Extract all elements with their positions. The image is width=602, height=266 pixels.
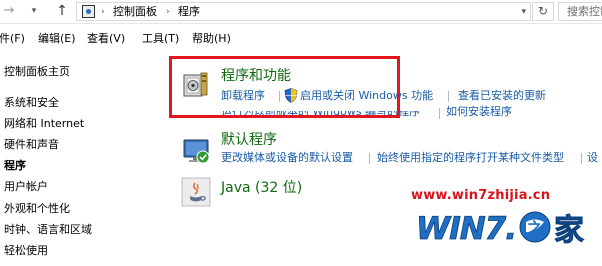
nav-appearance[interactable]: 外观和个性化: [4, 201, 70, 217]
menu-help[interactable]: 帮助(H): [192, 29, 231, 49]
nav-ease-of-access[interactable]: 轻松使用: [4, 243, 48, 259]
refresh-icon: ↻: [537, 4, 549, 18]
java-icon: [181, 177, 211, 207]
set-defaults-link[interactable]: 设: [587, 150, 598, 166]
breadcrumb-separator-icon[interactable]: ›: [166, 4, 170, 20]
menu-edit[interactable]: 编辑(E): [38, 29, 76, 49]
menu-tools[interactable]: 工具(T): [142, 29, 179, 49]
task-separator: [581, 153, 582, 164]
menu-view[interactable]: 查看(V): [87, 29, 125, 49]
watermark-url: www.win7zhijia.cn: [411, 188, 551, 203]
svg-text:家: 家: [554, 213, 584, 248]
nav-user-accounts[interactable]: 用户帐户: [4, 179, 48, 195]
highlight-box: [169, 56, 400, 118]
default-programs-title[interactable]: 默认程序: [221, 131, 277, 149]
nav-system-security[interactable]: 系统和安全: [4, 95, 59, 111]
task-separator: [439, 108, 440, 119]
recent-locations-chevron-icon[interactable]: ▾: [27, 3, 41, 19]
how-to-install-link[interactable]: 如何安装程序: [446, 104, 512, 120]
default-programs-icon: [183, 139, 210, 164]
nav-control-panel-home[interactable]: 控制面板主页: [4, 64, 70, 80]
breadcrumb-separator-icon[interactable]: ›: [101, 4, 105, 20]
change-media-defaults-link[interactable]: 更改媒体或设备的默认设置: [221, 150, 353, 166]
nav-clock-language-region[interactable]: 时钟、语言和区域: [4, 222, 92, 238]
nav-programs[interactable]: 程序: [4, 158, 26, 174]
svg-text:WIN7.: WIN7.: [416, 211, 516, 247]
control-panel-icon: [82, 5, 95, 18]
view-installed-updates-link[interactable]: 查看已安装的更新: [458, 88, 546, 104]
up-arrow-icon[interactable]: ↑: [55, 3, 69, 19]
svg-text:之: 之: [527, 219, 542, 237]
address-box[interactable]: › 控制面板 › 程序 ▾: [76, 2, 531, 21]
breadcrumb-control-panel[interactable]: 控制面板: [113, 4, 157, 20]
forward-arrow-icon[interactable]: →: [2, 3, 16, 19]
address-dropdown-icon[interactable]: ▾: [521, 4, 526, 20]
menu-bar: 件(F) 编辑(E) 查看(V) 工具(T) 帮助(H): [0, 29, 602, 49]
menu-file[interactable]: 件(F): [0, 29, 25, 49]
nav-hardware-sound[interactable]: 硬件和声音: [4, 137, 59, 153]
refresh-button[interactable]: ↻: [532, 2, 554, 21]
task-separator: [448, 91, 449, 102]
address-bar: → ▾ ↑ › 控制面板 › 程序 ▾ ↻ 搜索控制面板: [0, 0, 602, 24]
search-input[interactable]: 搜索控制面板: [558, 2, 602, 21]
nav-network-internet[interactable]: 网络和 Internet: [4, 116, 84, 132]
task-separator: [369, 153, 370, 164]
breadcrumb-programs[interactable]: 程序: [178, 4, 200, 20]
java-title[interactable]: Java (32 位): [221, 179, 302, 197]
win7-zhijia-logo: WIN7. 之 家: [416, 211, 585, 249]
always-use-program-link[interactable]: 始终使用指定的程序打开某种文件类型: [377, 150, 564, 166]
